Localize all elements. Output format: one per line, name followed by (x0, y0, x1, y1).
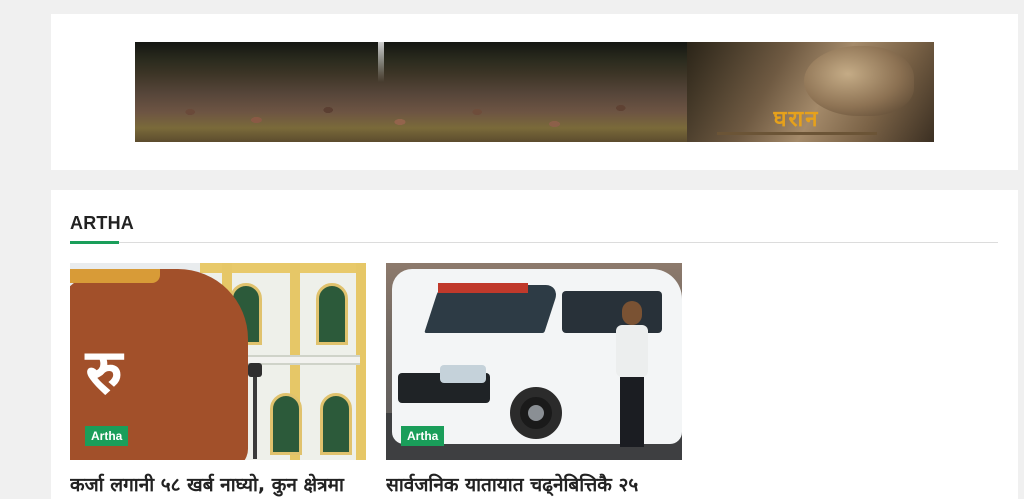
news-card-headline[interactable]: सार्वजनिक यातायात चढ्नेबित्तिकै २५ (386, 472, 682, 498)
news-card[interactable]: Artha सार्वजनिक यातायात चढ्नेबित्तिकै २५ (386, 263, 682, 498)
poster-subtitle-bar (717, 132, 877, 135)
news-card-image[interactable]: Artha (386, 263, 682, 460)
news-section: ARTHA रु Artha कर्जा लगानी ५८ खर्ब नाघ्य… (51, 190, 1018, 499)
news-card-headline[interactable]: कर्जा लगानी ५८ खर्ब नाघ्यो, कुन क्षेत्रम… (70, 472, 366, 498)
advertisement-banner[interactable]: घरान (135, 42, 934, 142)
category-tag[interactable]: Artha (85, 426, 129, 446)
rupee-glyph: रु (85, 335, 123, 408)
section-title-underline (70, 241, 119, 244)
street-lamp (253, 367, 257, 459)
passenger-figure (612, 301, 652, 451)
category-tag[interactable]: Artha (401, 426, 445, 446)
news-card-image[interactable]: रु Artha (70, 263, 366, 460)
poster-title: घरान (773, 107, 820, 132)
poster-portrait (804, 46, 914, 116)
movie-poster: घरान (687, 42, 934, 142)
cinema-audience-image (135, 42, 687, 142)
section-divider (70, 242, 998, 243)
section-title[interactable]: ARTHA (70, 213, 134, 234)
news-card[interactable]: रु Artha कर्जा लगानी ५८ खर्ब नाघ्यो, कुन… (70, 263, 366, 498)
advertisement-container: घरान (51, 14, 1018, 170)
projector-light (378, 42, 384, 82)
